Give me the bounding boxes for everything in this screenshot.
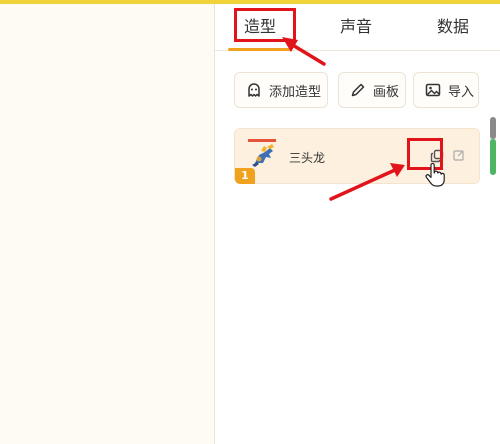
import-label: 导入 [448,84,475,100]
edit-costume-button[interactable] [450,146,468,164]
costume-name: 三头龙 [289,151,326,165]
paint-button[interactable]: 画板 [338,72,406,108]
costume-index-badge: 1 [235,168,255,184]
scrollbar-thumb[interactable] [490,117,496,139]
scrollbar-indicator [490,139,496,175]
tab-sounds[interactable]: 声音 [323,4,389,50]
add-costume-button[interactable]: 添加造型 [234,72,328,108]
edit-icon [453,150,464,161]
stage-area[interactable] [0,4,214,444]
brush-icon [349,81,367,99]
costume-panel: 造型 声音 数据 添加造型 画板 导入 三头龙 1 [215,4,500,444]
tab-data[interactable]: 数据 [420,4,486,50]
hand-cursor-icon [425,162,445,187]
active-tab-indicator [228,48,291,51]
ghost-icon [245,81,263,99]
add-costume-label: 添加造型 [269,84,322,100]
dragon-thumbnail [247,137,279,169]
highlight-box-tab [234,8,296,42]
image-icon [424,81,442,99]
paint-label: 画板 [373,84,400,100]
import-button[interactable]: 导入 [413,72,479,108]
